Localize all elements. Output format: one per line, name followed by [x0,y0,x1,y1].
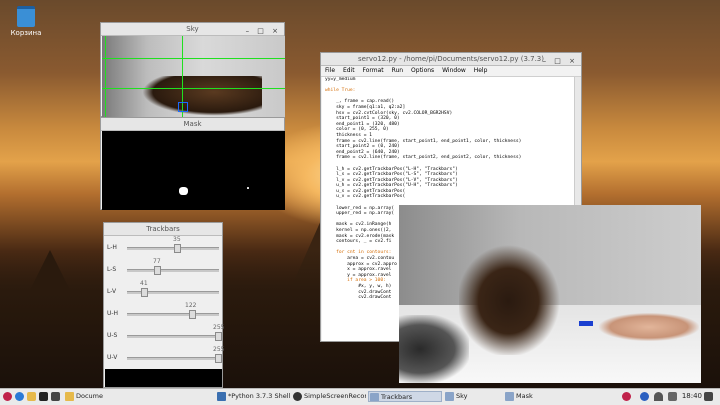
desktop-trash-icon[interactable]: Корзина [6,6,46,37]
terminal-icon[interactable] [51,392,60,401]
slider-handle[interactable] [189,310,196,319]
editor-title: servo12.py - /home/pi/Documents/servo12.… [357,55,544,63]
window-icon [370,393,379,401]
human-hand [599,313,699,341]
sky-titlebar[interactable]: Sky – □ × [101,23,284,36]
menu-file[interactable]: File [325,67,335,74]
wifi-icon[interactable] [654,392,663,401]
menu-edit[interactable]: Edit [343,67,355,74]
slider-handle[interactable] [215,354,222,363]
trash-icon [17,6,35,27]
mask-dot [247,187,249,189]
mask-title: Mask [183,120,202,128]
trackbars-blank-area [105,369,222,387]
crosshair-horizontal [102,88,285,89]
slider-handle[interactable] [215,332,222,341]
crosshair-horizontal [102,58,285,59]
slider-u-v[interactable]: U-V 255 [105,346,225,366]
slider-value: 41 [140,280,148,287]
mask-blob [179,187,188,195]
slider-track[interactable] [127,247,219,250]
slider-l-s[interactable]: L-S 77 [105,258,222,278]
python-icon [217,392,226,401]
menu-run[interactable]: Run [392,67,404,74]
slider-label: L-V [107,288,117,295]
clock[interactable]: 18:40 [682,391,702,402]
taskbar-screen-recorder[interactable]: SimpleScreenRecord [292,391,366,402]
bluetooth-icon[interactable] [640,392,649,401]
menu-format[interactable]: Format [363,67,384,74]
mask-view [102,131,285,210]
volume-icon[interactable] [668,392,677,401]
blue-target-card [579,321,593,326]
trackbars-panel: L-H 35 L-S 77 L-V 41 U-H 122 U-S 255 U-V… [105,236,225,377]
taskbar-trackbars[interactable]: Trackbars [368,391,442,402]
slider-value: 255 [213,324,225,331]
slider-track[interactable] [127,335,219,338]
folder-icon [65,392,74,401]
crosshair-vertical [105,36,106,117]
window-icon [445,392,454,401]
window-icon [505,392,514,401]
slider-label: U-S [107,332,118,339]
slider-l-v[interactable]: L-V 41 [105,280,222,300]
browser-icon[interactable] [15,392,24,401]
slider-label: U-V [107,354,118,361]
slider-value: 77 [153,258,161,265]
slider-u-s[interactable]: U-S 255 [105,324,225,344]
file-manager-icon[interactable] [27,392,36,401]
record-icon [293,392,302,401]
eject-icon[interactable] [704,392,713,401]
slider-handle[interactable] [154,266,161,275]
robot-arm [459,235,569,355]
robot-base [399,315,469,383]
slider-track[interactable] [127,269,219,272]
window-controls[interactable]: – □ × [543,55,578,67]
sky-camera-view [102,36,285,117]
menu-options[interactable]: Options [411,67,434,74]
slider-label: U-H [107,310,119,317]
slider-track[interactable] [127,357,219,360]
trackbars-titlebar[interactable]: Trackbars [104,223,222,236]
trackbars-window[interactable]: Trackbars L-H 35 L-S 77 L-V 41 U-H 122 U… [103,222,225,388]
taskbar-documents[interactable]: Docume [64,391,106,402]
taskbar-python-shell[interactable]: *Python 3.7.3 Shell* [216,391,290,402]
editor-menubar: File Edit Format Run Options Window Help [321,66,581,77]
raspberry-menu-icon[interactable] [3,392,12,401]
sky-title: Sky [186,25,199,33]
slider-handle[interactable] [141,288,148,297]
taskbar-mask[interactable]: Mask [504,391,578,402]
slider-u-h[interactable]: U-H 122 [105,302,222,322]
record-indicator-icon[interactable] [622,392,631,401]
editor-titlebar[interactable]: servo12.py - /home/pi/Documents/servo12.… [321,53,581,66]
trash-label: Корзина [10,29,42,37]
mask-titlebar[interactable]: Mask [101,118,284,131]
slider-track[interactable] [127,313,219,316]
taskbar: Docume *Python 3.7.3 Shell* SimpleScreen… [0,388,720,405]
terminal-icon[interactable] [39,392,48,401]
tracked-object-box [178,102,188,112]
slider-label: L-H [107,244,117,251]
slider-value: 255 [213,346,225,353]
sky-window[interactable]: Sky – □ × [100,22,285,117]
menu-window[interactable]: Window [442,67,466,74]
slider-handle[interactable] [174,244,181,253]
mask-window[interactable]: Mask [100,117,285,210]
trackbars-title: Trackbars [146,225,180,233]
robot-arm [142,76,262,116]
slider-l-h[interactable]: L-H 35 [105,236,222,256]
slider-value: 35 [173,236,181,243]
menu-help[interactable]: Help [474,67,488,74]
webcam-video-overlay [399,205,701,383]
slider-label: L-S [107,266,117,273]
slider-value: 122 [185,302,197,309]
